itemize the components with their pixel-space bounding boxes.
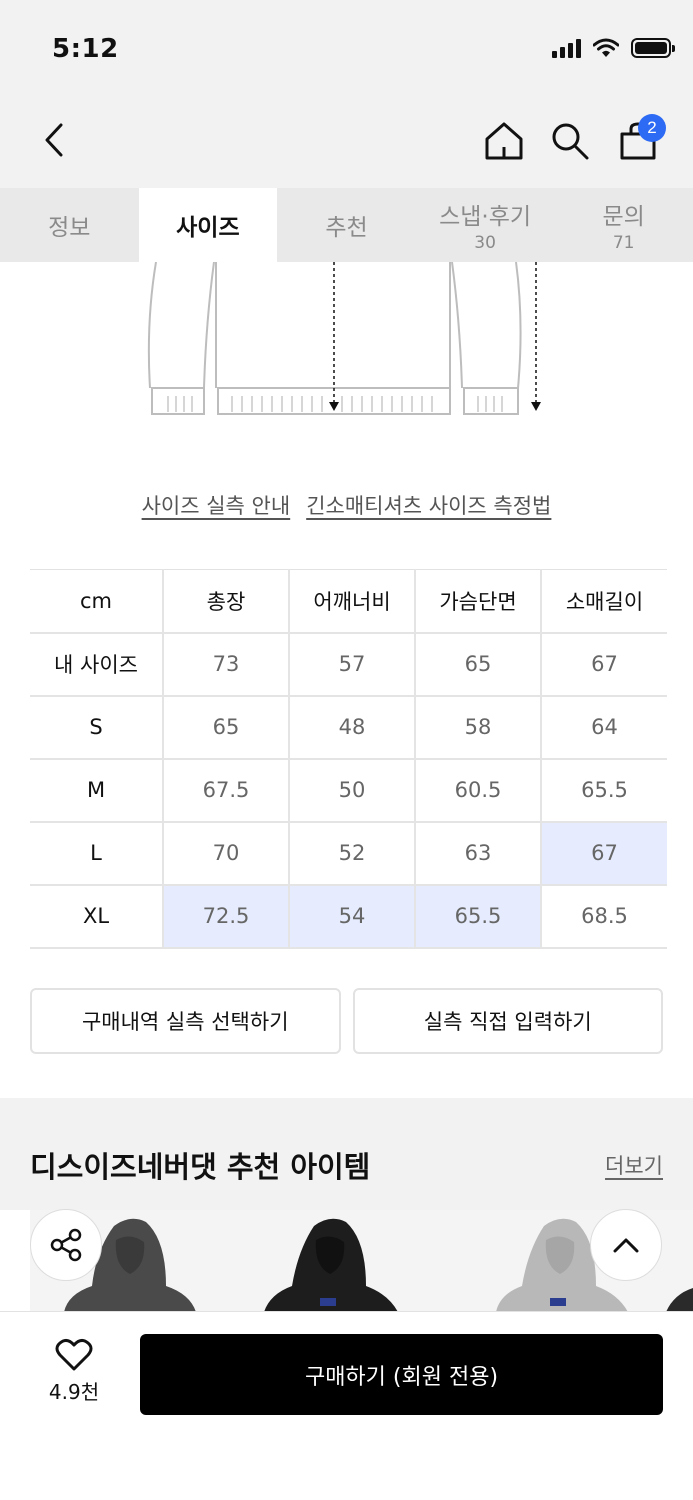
measurement-cell: 73 — [162, 632, 289, 697]
measurement-cell: 48 — [288, 695, 415, 760]
size-label: XL — [30, 884, 163, 949]
select-purchase-history-button[interactable]: 구매내역 실측 선택하기 — [30, 988, 341, 1054]
status-time: 5:12 — [52, 34, 119, 64]
chevron-up-icon — [613, 1238, 639, 1253]
table-header-row: cm 총장 어깨너비 가슴단면 소매길이 — [30, 569, 667, 634]
column-header: 어깨너비 — [288, 569, 415, 634]
tab-label: 추천 — [325, 215, 368, 241]
cellular-signal-icon — [552, 38, 581, 58]
table-row: S 65 48 58 64 — [30, 695, 667, 760]
share-icon — [50, 1228, 82, 1262]
measurement-cell-highlighted: 67 — [540, 821, 667, 886]
scroll-to-top-button[interactable] — [590, 1209, 662, 1281]
buy-button[interactable]: 구매하기 (회원 전용) — [140, 1334, 663, 1415]
size-guide-links: 사이즈 실측 안내 긴소매티셔츠 사이즈 측정법 — [0, 490, 693, 520]
wifi-icon — [593, 38, 619, 57]
measurement-cell-highlighted: 54 — [288, 884, 415, 949]
table-row: XL 72.5 54 65.5 68.5 — [30, 884, 667, 949]
cart-button[interactable]: 2 — [616, 114, 666, 164]
like-button[interactable]: 4.9천 — [30, 1338, 118, 1405]
measurement-cell-highlighted: 65.5 — [414, 884, 541, 949]
home-button[interactable] — [482, 118, 526, 164]
column-header: 소매길이 — [540, 569, 667, 634]
tab-label: 스냅·후기 — [439, 204, 532, 230]
size-label: 내 사이즈 — [30, 632, 163, 697]
back-button[interactable] — [34, 118, 74, 162]
battery-icon — [631, 38, 675, 58]
size-label: L — [30, 821, 163, 886]
search-button[interactable] — [548, 118, 592, 164]
measurement-cell: 58 — [414, 695, 541, 760]
see-more-link[interactable]: 더보기 — [605, 1150, 663, 1180]
tab-label: 문의 — [602, 204, 645, 230]
measurement-cell: 63 — [414, 821, 541, 886]
tab-info[interactable]: 정보 — [0, 188, 139, 262]
tab-snap-review[interactable]: 스냅·후기 30 — [416, 188, 555, 262]
product-tabs: 정보 사이즈 추천 스냅·후기 30 문의 71 — [0, 188, 693, 262]
measurement-cell: 65 — [162, 695, 289, 760]
home-icon — [485, 122, 523, 160]
manual-input-button[interactable]: 실측 직접 입력하기 — [352, 988, 663, 1054]
measure-method-link[interactable]: 긴소매티셔츠 사이즈 측정법 — [306, 490, 551, 520]
product-thumbnail[interactable] — [264, 1218, 398, 1312]
measurement-cell: 67.5 — [162, 758, 289, 823]
measurement-cell: 52 — [288, 821, 415, 886]
recommend-title: 디스이즈네버댓 추천 아이템 — [30, 1150, 371, 1184]
measurement-cell: 67 — [540, 632, 667, 697]
tab-label: 정보 — [48, 215, 91, 241]
measurement-cell: 70 — [162, 821, 289, 886]
table-row: M 67.5 50 60.5 65.5 — [30, 758, 667, 823]
size-table: cm 총장 어깨너비 가슴단면 소매길이 내 사이즈 73 57 65 67 S… — [30, 569, 667, 949]
cart-count-badge: 2 — [638, 114, 666, 142]
size-label: S — [30, 695, 163, 760]
tab-size[interactable]: 사이즈 — [138, 188, 278, 262]
search-icon — [552, 123, 589, 160]
tab-label: 사이즈 — [176, 215, 240, 241]
size-measure-guide-link[interactable]: 사이즈 실측 안내 — [142, 490, 291, 520]
column-header: 가슴단면 — [414, 569, 541, 634]
share-button[interactable] — [30, 1209, 102, 1281]
unit-header: cm — [30, 569, 163, 634]
column-header: 총장 — [162, 569, 289, 634]
tab-inquiry[interactable]: 문의 71 — [554, 188, 693, 262]
size-label: M — [30, 758, 163, 823]
top-header: 2 — [0, 96, 693, 188]
measurement-cell-highlighted: 72.5 — [162, 884, 289, 949]
chevron-left-icon — [45, 123, 63, 157]
bottom-purchase-bar: 4.9천 구매하기 (회원 전용) — [0, 1311, 693, 1500]
tab-count: 30 — [474, 233, 496, 253]
status-icons — [552, 38, 675, 58]
tab-recommend[interactable]: 추천 — [277, 188, 416, 262]
measurement-cell: 68.5 — [540, 884, 667, 949]
tab-count: 71 — [612, 233, 635, 253]
table-row: L 70 52 63 67 — [30, 821, 667, 886]
like-count: 4.9천 — [48, 1380, 100, 1404]
status-bar: 5:12 — [0, 0, 693, 96]
measurement-cell: 60.5 — [414, 758, 541, 823]
measurement-actions: 구매내역 실측 선택하기 실측 직접 입력하기 — [30, 988, 663, 1054]
measurement-cell: 50 — [288, 758, 415, 823]
heart-icon — [55, 1338, 93, 1371]
measurement-cell: 65.5 — [540, 758, 667, 823]
measurement-cell: 57 — [288, 632, 415, 697]
table-row: 내 사이즈 73 57 65 67 — [30, 632, 667, 697]
measurement-cell: 64 — [540, 695, 667, 760]
measurement-cell: 65 — [414, 632, 541, 697]
garment-measurement-illustration — [147, 262, 541, 415]
